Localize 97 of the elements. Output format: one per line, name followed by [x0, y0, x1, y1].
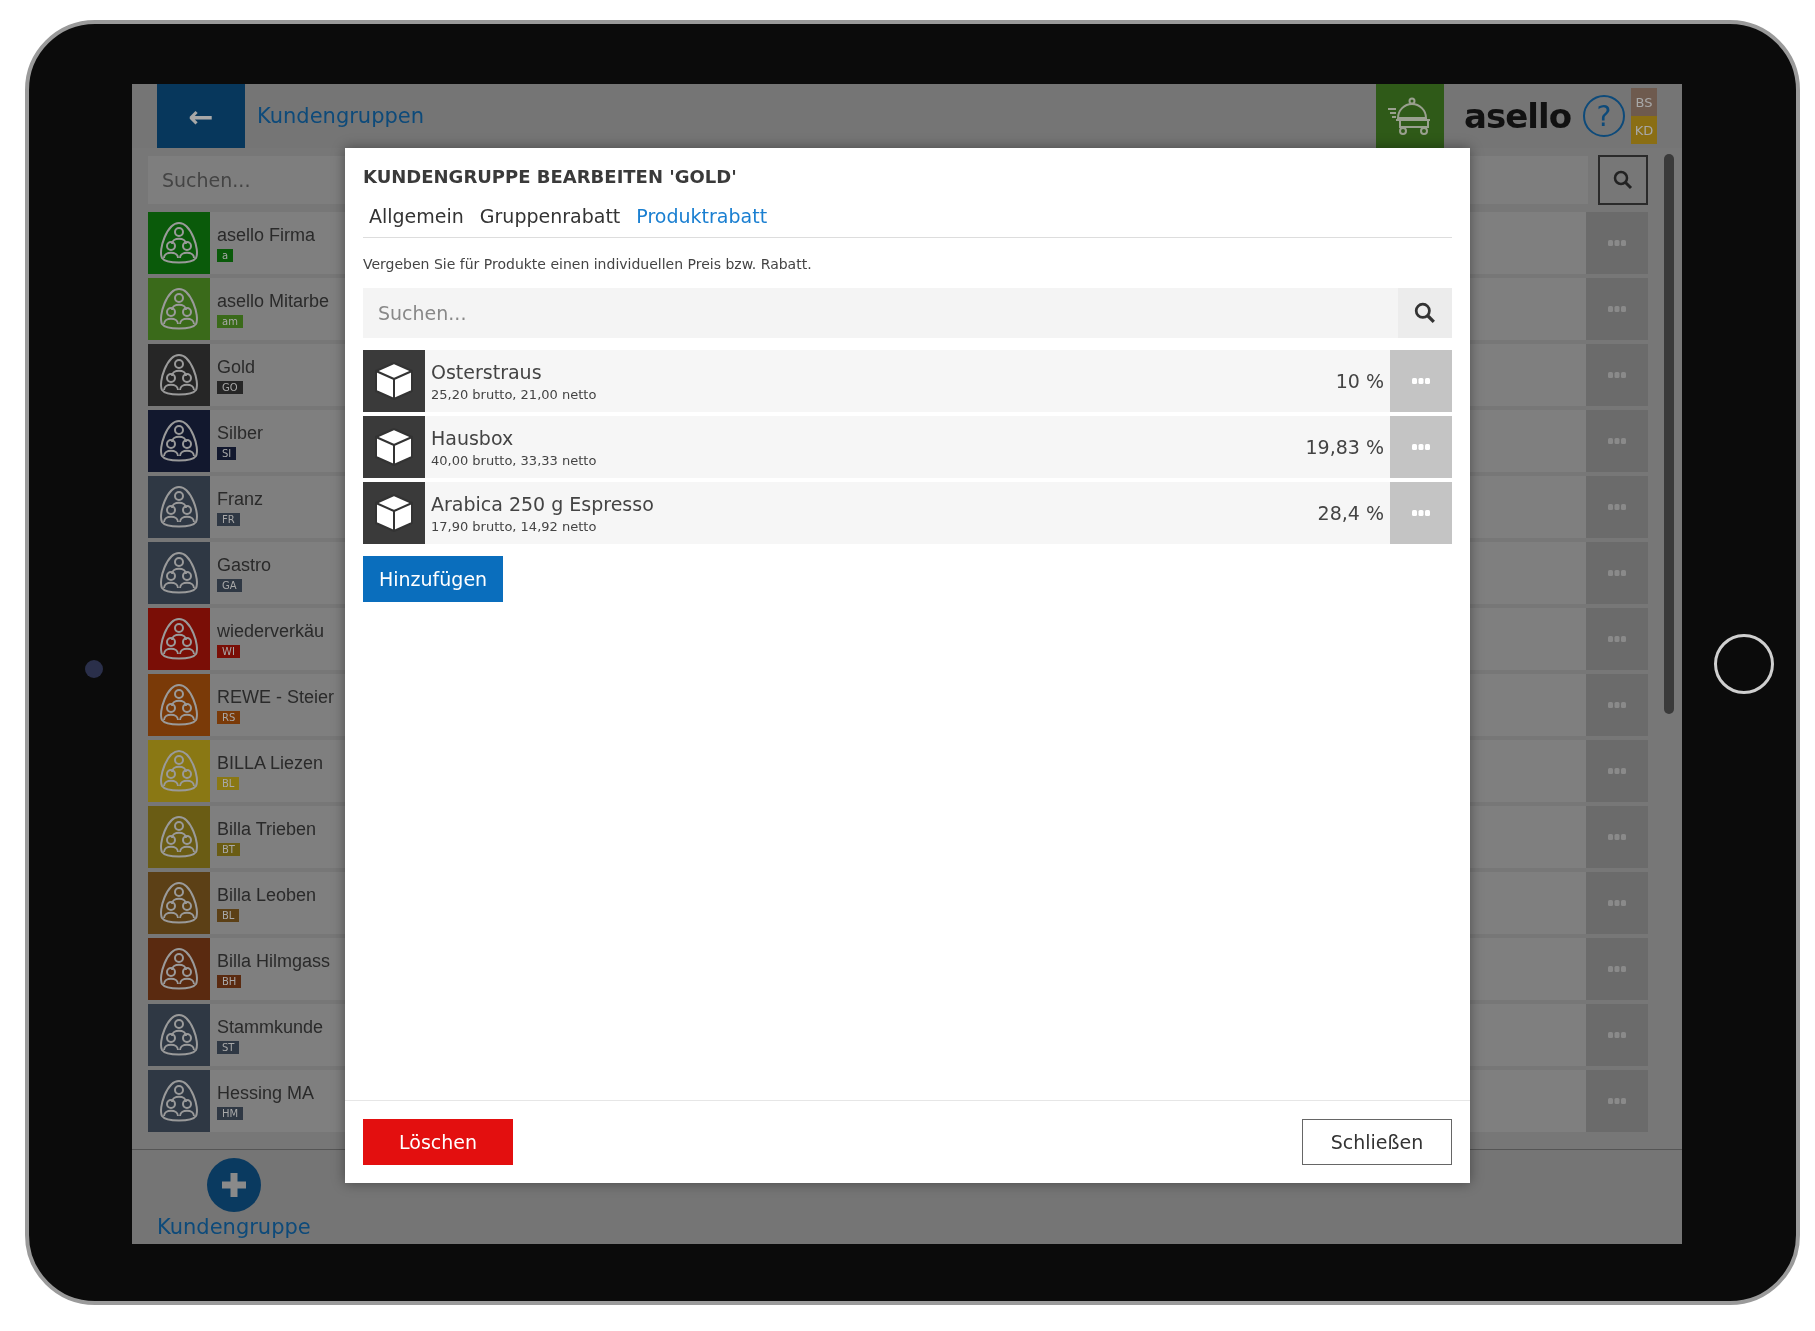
more-button[interactable]: [1586, 938, 1648, 1000]
group-code-tag: BH: [217, 974, 242, 988]
product-row[interactable]: Arabica 250 g Espresso 17,90 brutto, 14,92 netto 28,4 %: [363, 482, 1452, 544]
logo: asello: [1464, 96, 1571, 136]
product-name: Arabica 250 g Espresso: [431, 492, 654, 515]
dots-icon: [1608, 372, 1626, 378]
more-button[interactable]: [1390, 482, 1452, 544]
search-icon: [1613, 170, 1633, 190]
discount-value: 19,83 %: [1305, 436, 1384, 458]
home-button[interactable]: [1714, 634, 1774, 694]
group-code-tag: ST: [217, 1040, 240, 1054]
group-code-tag: GO: [217, 380, 243, 394]
product-row[interactable]: Osterstraus 25,20 brutto, 21,00 netto 10 %: [363, 350, 1452, 412]
description: Vergeben Sie für Produkte einen individuellen Preis bzw. Rabatt.: [363, 256, 813, 272]
search-icon: [1414, 302, 1436, 324]
dots-icon: [1608, 1032, 1626, 1038]
product-row[interactable]: Hausbox 40,00 brutto, 33,33 netto 19,83 %: [363, 416, 1452, 478]
group-name: Billa Trieben: [217, 818, 317, 840]
group-name: Silber: [217, 422, 264, 444]
tab[interactable]: Gruppenrabatt: [473, 205, 627, 227]
product-name: Hausbox: [431, 426, 515, 449]
dots-icon: [1608, 834, 1626, 840]
dots-icon: [1608, 900, 1626, 906]
dots-icon: [1412, 444, 1430, 450]
dots-icon: [1608, 438, 1626, 444]
group-name: Stammkunde: [217, 1016, 324, 1038]
more-button[interactable]: [1586, 608, 1648, 670]
scrollbar[interactable]: [1664, 154, 1674, 714]
tab[interactable]: Allgemein: [363, 205, 470, 227]
dots-icon: [1608, 306, 1626, 312]
dots-icon: [1412, 378, 1430, 384]
more-button[interactable]: [1586, 212, 1648, 274]
group-code-tag: am: [217, 314, 243, 328]
dots-icon: [1608, 240, 1626, 246]
camera-icon: [85, 660, 103, 678]
tab[interactable]: Produktrabatt: [630, 205, 774, 227]
group-code-tag: RS: [217, 710, 241, 724]
dots-icon: [1608, 1098, 1626, 1104]
group-name: Billa Leoben: [217, 884, 317, 906]
cube-icon: [372, 425, 416, 469]
group-name: Gastro: [217, 554, 272, 576]
dots-icon: [1608, 966, 1626, 972]
more-button[interactable]: [1586, 542, 1648, 604]
page-title: Kundengruppen: [257, 104, 425, 128]
more-button[interactable]: [1586, 1070, 1648, 1132]
cube-icon: [372, 491, 416, 535]
user-badge[interactable]: BS: [1631, 88, 1657, 116]
group-code-tag: HM: [217, 1106, 244, 1120]
back-button[interactable]: ←: [157, 84, 245, 148]
group-name: Billa Hilmgass: [217, 950, 331, 972]
delete-button[interactable]: Löschen: [363, 1119, 513, 1165]
product-prices: 40,00 brutto, 33,33 netto: [431, 452, 597, 468]
group-name: Gold: [217, 356, 256, 378]
more-button[interactable]: [1586, 740, 1648, 802]
group-code-tag: BT: [217, 842, 240, 856]
more-button[interactable]: [1586, 410, 1648, 472]
close-button[interactable]: Schließen: [1302, 1119, 1452, 1165]
dialog-title: KUNDENGRUPPE BEARBEITEN 'GOLD': [363, 166, 738, 187]
group-code-tag: WI: [217, 644, 240, 658]
group-code-tag: a: [217, 248, 234, 262]
delivery-cart-button[interactable]: [1376, 84, 1445, 148]
group-name: wiederverkäu: [217, 620, 325, 642]
dots-icon: [1608, 768, 1626, 774]
more-button[interactable]: [1390, 416, 1452, 478]
more-button[interactable]: [1586, 1004, 1648, 1066]
dots-icon: [1412, 510, 1430, 516]
group-code-tag: BL: [217, 776, 240, 790]
group-name: asello Firma: [217, 224, 316, 246]
add-button[interactable]: Hinzufügen: [363, 556, 504, 602]
group-name: BILLA Liezen: [217, 752, 324, 774]
group-code-tag: FR: [217, 512, 240, 526]
group-code-tag: GA: [217, 578, 242, 592]
search-field[interactable]: Suchen...: [363, 288, 1398, 338]
dots-icon: [1608, 636, 1626, 642]
product-name: Osterstraus: [431, 360, 543, 383]
group-name: Hessing MA: [217, 1082, 315, 1104]
dots-icon: [1608, 570, 1626, 576]
more-button[interactable]: [1586, 344, 1648, 406]
more-button[interactable]: [1586, 674, 1648, 736]
more-button[interactable]: [1586, 806, 1648, 868]
dots-icon: [1608, 702, 1626, 708]
discount-value: 28,4 %: [1317, 502, 1384, 524]
group-name: REWE - Steier: [217, 686, 335, 708]
more-button[interactable]: [1586, 872, 1648, 934]
group-code-tag: BL: [217, 908, 240, 922]
group-name: Franz: [217, 488, 263, 510]
cube-icon: [372, 359, 416, 403]
product-prices: 17,90 brutto, 14,92 netto: [431, 518, 598, 534]
search-button[interactable]: [1398, 288, 1452, 338]
more-button[interactable]: [1586, 278, 1648, 340]
product-prices: 25,20 brutto, 21,00 netto: [431, 386, 597, 402]
group-name: asello Mitarbe: [217, 290, 330, 312]
more-button[interactable]: [1586, 476, 1648, 538]
discount-value: 10 %: [1335, 370, 1384, 392]
group-code-tag: SI: [217, 446, 237, 460]
more-button[interactable]: [1390, 350, 1452, 412]
dots-icon: [1608, 504, 1626, 510]
